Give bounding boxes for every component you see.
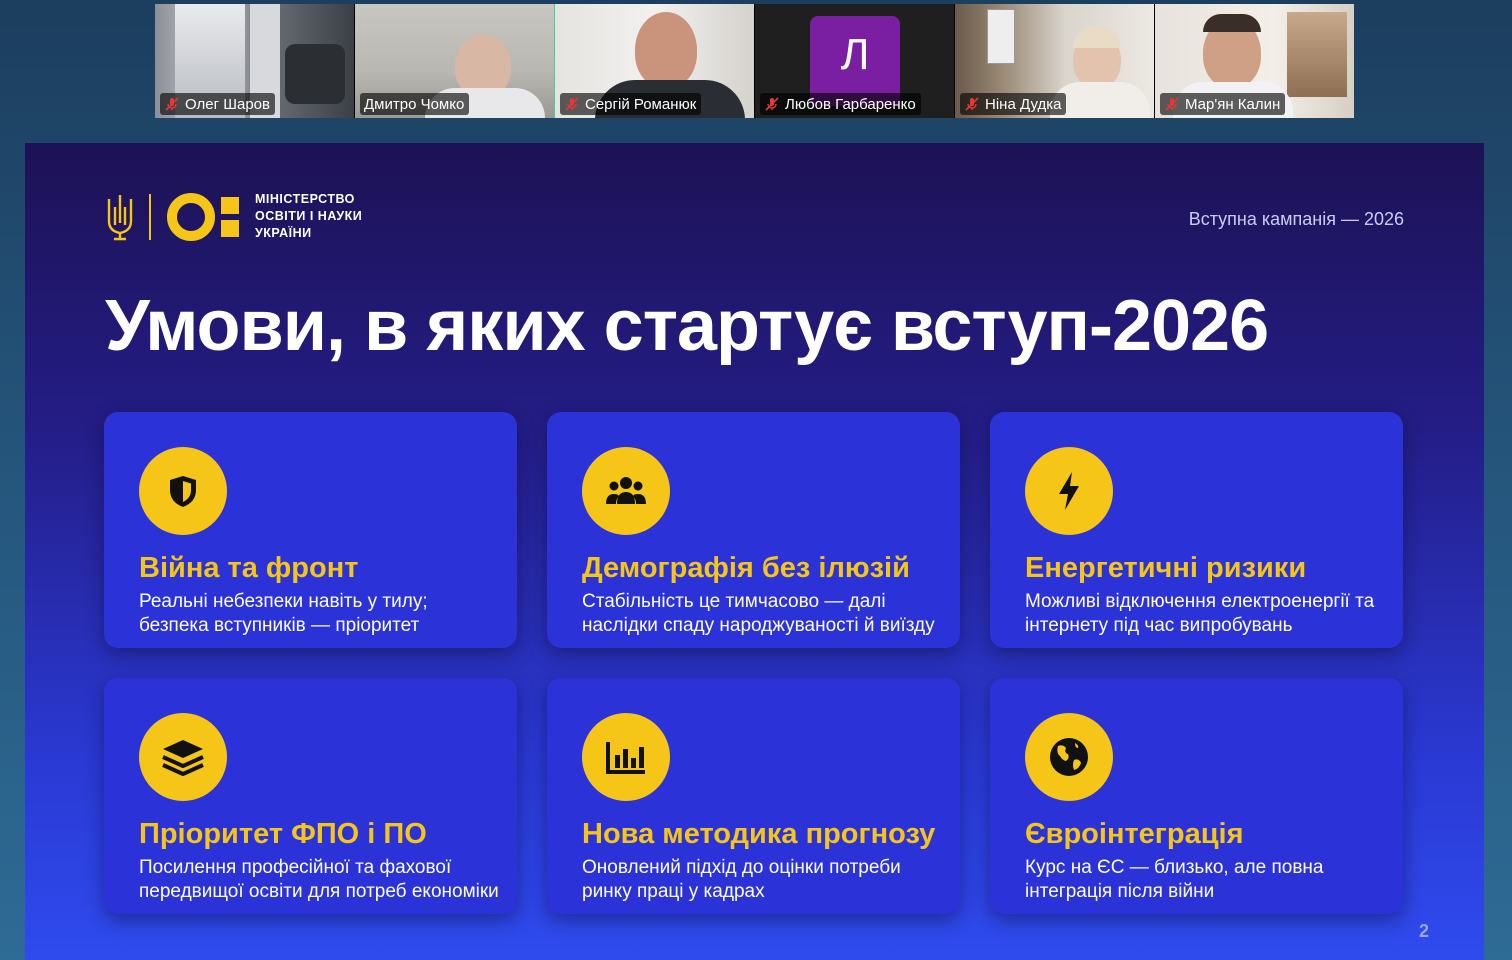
participant-name: Ніна Дудка <box>985 95 1062 113</box>
logo-divider <box>149 193 151 240</box>
participant-name-tag: Любов Гарбаренко <box>760 93 921 115</box>
mic-muted-icon <box>765 97 779 111</box>
participant-tile[interactable]: Сергій Романюк <box>555 4 755 118</box>
participant-tile[interactable]: Ніна Дудка <box>955 4 1155 118</box>
participant-name: Дмитро Чомко <box>364 95 465 113</box>
mic-muted-icon <box>965 97 979 111</box>
bar-chart-icon <box>582 713 670 801</box>
condition-card: Нова методика прогнозу Оновлений підхід … <box>547 678 960 914</box>
participant-name-tag: Мар'ян Калин <box>1160 93 1286 115</box>
participant-strip: Олег Шаров Дмитро Чомко Сергій Романюк Л… <box>155 4 1354 118</box>
condition-card: Євроінтеграція Курс на ЄС — близько, але… <box>990 678 1403 914</box>
mic-muted-icon <box>1165 97 1179 111</box>
participant-tile[interactable]: Мар'ян Калин <box>1155 4 1354 118</box>
card-title: Енергетичні ризики <box>1025 552 1307 584</box>
logo-text-line: УКРАЇНИ <box>255 226 312 240</box>
card-title: Пріоритет ФПО і ПО <box>139 818 427 850</box>
card-title: Війна та фронт <box>139 552 359 584</box>
participant-name-tag: Дмитро Чомко <box>360 93 470 115</box>
card-desc: Можливі відключення електроенергії та ін… <box>1025 591 1375 636</box>
participant-name-tag: Олег Шаров <box>160 93 275 115</box>
condition-card: Енергетичні ризики Можливі відключення е… <box>990 412 1403 648</box>
layers-icon <box>139 713 227 801</box>
condition-card: Пріоритет ФПО і ПО Посилення професійної… <box>104 678 517 914</box>
logo-text: МІНІСТЕРСТВО ОСВІТИ І НАУКИ УКРАЇНИ <box>255 191 362 242</box>
participant-name: Мар'ян Калин <box>1185 95 1281 113</box>
page-number: 2 <box>1418 921 1429 941</box>
condition-card: Демографія без ілюзій Стабільність це ти… <box>547 412 960 648</box>
shared-slide: МІНІСТЕРСТВО ОСВІТИ І НАУКИ УКРАЇНИ Всту… <box>25 143 1484 960</box>
participant-name: Любов Гарбаренко <box>785 95 916 113</box>
card-title: Демографія без ілюзій <box>582 552 910 584</box>
mic-muted-icon <box>165 97 179 111</box>
card-desc: Реальні небезпеки навіть у тилу; безпека… <box>139 591 428 636</box>
logo-text-line: ОСВІТИ І НАУКИ <box>255 209 363 223</box>
condition-card: Війна та фронт Реальні небезпеки навіть … <box>104 412 517 648</box>
participant-tile-active[interactable]: Дмитро Чомко <box>355 4 555 118</box>
globe-icon <box>1025 713 1113 801</box>
people-icon <box>582 447 670 535</box>
logo-text-line: МІНІСТЕРСТВО <box>255 192 355 206</box>
card-desc: Стабільність це тимчасово — далі наслідк… <box>582 591 935 636</box>
participant-tile[interactable]: Олег Шаров <box>155 4 355 118</box>
card-title: Нова методика прогнозу <box>582 818 936 850</box>
card-desc: Посилення професійної та фахової передви… <box>139 857 499 902</box>
card-title: Євроінтеграція <box>1025 818 1244 850</box>
participant-name-tag: Сергій Романюк <box>560 93 702 115</box>
mon-mark-icon <box>167 192 239 241</box>
trident-icon <box>107 194 133 240</box>
lightning-icon <box>1025 447 1113 535</box>
slide-title: Умови, в яких стартує вступ-2026 <box>105 286 1269 366</box>
ministry-logo: МІНІСТЕРСТВО ОСВІТИ І НАУКИ УКРАЇНИ <box>105 191 362 242</box>
participant-name: Олег Шаров <box>185 95 270 113</box>
mic-muted-icon <box>565 97 579 111</box>
card-desc: Курс на ЄС — близько, але повна інтеграц… <box>1025 857 1324 902</box>
participant-name: Сергій Романюк <box>585 95 697 113</box>
card-desc: Оновлений підхід до оцінки потреби ринку… <box>582 857 901 902</box>
participant-name-tag: Ніна Дудка <box>960 93 1067 115</box>
shield-icon <box>139 447 227 535</box>
participant-tile[interactable]: Л Любов Гарбаренко <box>755 4 955 118</box>
campaign-label: Вступна кампанія — 2026 <box>1188 209 1404 229</box>
